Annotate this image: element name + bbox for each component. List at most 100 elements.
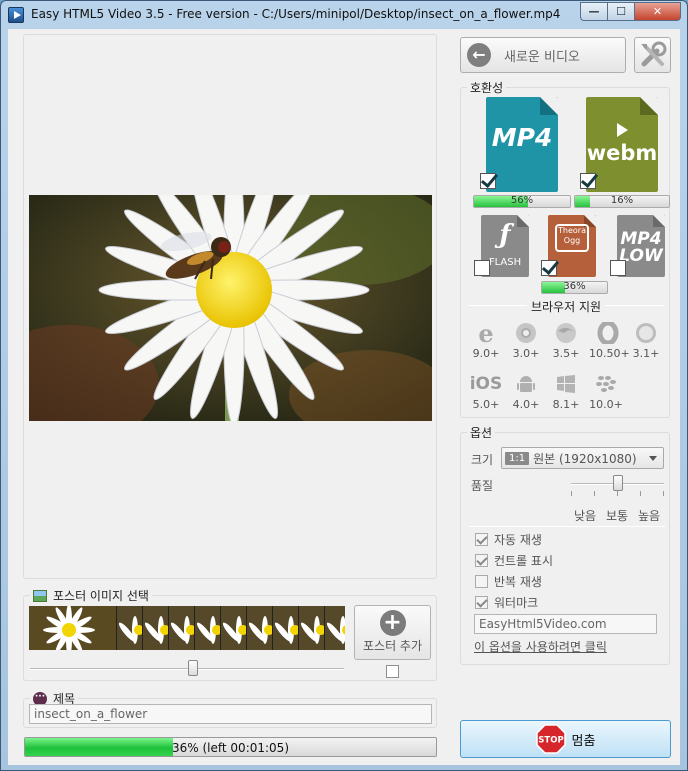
video-preview-panel [23,34,437,579]
svg-text:STOP: STOP [538,736,563,746]
play-icon [617,123,628,137]
poster-thumbnail[interactable] [117,606,143,650]
format-mp4-low[interactable]: MP4 LOW [610,215,665,277]
app-logo-icon [8,7,24,23]
browser-safari: 3.1+ [627,321,665,360]
stop-button[interactable]: STOP 멈춤 [460,720,671,758]
compatibility-group: 호환성 MP4 56% webm 16% ƒ FLASH Theora Ogg … [460,79,670,418]
quality-low-label: 낮음 [574,509,597,523]
tools-icon [641,41,667,67]
poster-thumbnail[interactable] [299,606,325,650]
unlock-options-link[interactable]: 이 옵션을 사용하려면 클릭 [474,638,607,655]
poster-thumbnail[interactable] [29,606,117,650]
theora-ogg-icon: Theora Ogg [555,224,589,252]
title-group: ··· 제목 insect_on_a_flower [23,690,437,728]
webm-checkbox[interactable] [580,173,596,189]
poster-thumbnail[interactable] [325,606,345,650]
blackberry-icon [594,372,618,396]
quality-ticks [571,491,664,497]
video-title-input[interactable]: insect_on_a_flower [29,704,432,724]
poster-thumbnail[interactable] [221,606,247,650]
chevron-down-icon [649,456,657,461]
size-select[interactable]: 1:1 원본 (1920x1080) [501,447,664,469]
video-frame-image [29,195,432,421]
mp4-file-icon: MP4 [486,97,558,192]
windows-icon [554,372,578,396]
browser-opera: 10.50+ [589,321,630,360]
ie-icon: e [478,318,494,348]
ios-icon: iOS [469,374,503,394]
flash-checkbox[interactable] [474,260,490,276]
watermark-text-input[interactable]: EasyHtml5Video.com [474,614,657,634]
options-group: 옵션 크기 1:1 원본 (1920x1080) 품질 낮음 보통 높음 자동 … [460,424,670,665]
browser-android: 4.0+ [507,372,545,411]
browser-firefox: 3.5+ [547,321,585,360]
poster-thumbnail[interactable] [195,606,221,650]
stop-sign-icon: STOP [535,724,566,754]
quality-label: 품질 [471,479,494,493]
mp4-checkbox[interactable] [480,173,496,189]
quality-slider-thumb[interactable] [612,475,623,491]
flash-f-icon: ƒ [499,220,511,250]
watermark-checkbox[interactable] [475,596,488,609]
compatibility-group-title: 호환성 [467,79,507,96]
browser-support-header: 브라우저 지원 [468,299,664,314]
maximize-button[interactable]: ☐ [607,2,634,21]
autoplay-option[interactable]: 자동 재생 [475,531,542,548]
video-preview-frame [29,195,432,421]
size-value: 원본 (1920x1080) [533,451,637,466]
encoding-progress-label: 36% (left 00:01:05) [172,741,289,755]
quality-mid-label: 보통 [606,509,629,523]
ogg-checkbox[interactable] [541,260,557,276]
poster-group-title: 포스터 이미지 선택 [30,587,152,604]
title-bar[interactable]: Easy HTML5 Video 3.5 - Free version - C:… [1,1,687,29]
size-label: 크기 [471,453,494,467]
format-ogg[interactable]: Theora Ogg [541,215,596,277]
options-group-title: 옵션 [467,424,496,441]
back-arrow-icon: ← [467,43,491,67]
format-flash[interactable]: ƒ FLASH [474,215,529,277]
mp4-progress-bar: 56% [473,195,571,208]
ratio-badge: 1:1 [505,451,530,465]
android-icon [514,372,538,396]
browser-ios: iOS 5.0+ [469,374,503,411]
new-video-button[interactable]: ← 새로운 비디오 [460,37,626,73]
format-mp4[interactable]: MP4 [480,97,558,192]
poster-thumbnail[interactable] [143,606,169,650]
close-button[interactable]: ✕ [634,2,681,21]
loop-checkbox[interactable] [475,575,488,588]
image-icon [33,589,47,602]
encoding-progress-bar: 36% (left 00:01:05) [24,737,437,757]
poster-thumbnail[interactable] [273,606,299,650]
poster-slider-track[interactable] [30,668,344,670]
poster-thumbnail[interactable] [247,606,273,650]
add-poster-button[interactable]: + 포스터 추가 [354,605,431,660]
browser-blackberry: 10.0+ [587,372,625,411]
options-divider [469,526,665,527]
chrome-icon [514,321,538,345]
mp4-low-checkbox[interactable] [610,260,626,276]
poster-filmstrip[interactable] [29,606,345,650]
window-controls: — ☐ ✕ [580,2,681,21]
autoplay-checkbox[interactable] [475,533,488,546]
client-area: 포스터 이미지 선택 + 포스터 추가 ··· 제목 insect_on_a_f… [8,29,680,765]
window-title: Easy HTML5 Video 3.5 - Free version - C:… [31,7,561,21]
watermark-option[interactable]: 워터마크 [475,594,538,611]
webm-progress-bar: 16% [574,195,670,208]
app-window: Easy HTML5 Video 3.5 - Free version - C:… [0,0,688,771]
minimize-button[interactable]: — [580,2,607,21]
poster-slider-thumb[interactable] [188,660,199,676]
opera-icon [596,321,620,345]
browser-chrome: 3.0+ [507,321,545,360]
settings-button[interactable] [634,37,671,73]
webm-file-icon: webm [586,97,658,192]
format-webm[interactable]: webm [580,97,658,192]
quality-high-label: 높음 [638,509,661,523]
plus-icon: + [379,610,406,636]
controls-option[interactable]: 컨트롤 표시 [475,552,553,569]
safari-icon [634,321,658,345]
add-poster-checkbox[interactable] [386,665,399,678]
controls-checkbox[interactable] [475,554,488,567]
poster-thumbnail[interactable] [169,606,195,650]
loop-option[interactable]: 반복 재생 [475,573,542,590]
